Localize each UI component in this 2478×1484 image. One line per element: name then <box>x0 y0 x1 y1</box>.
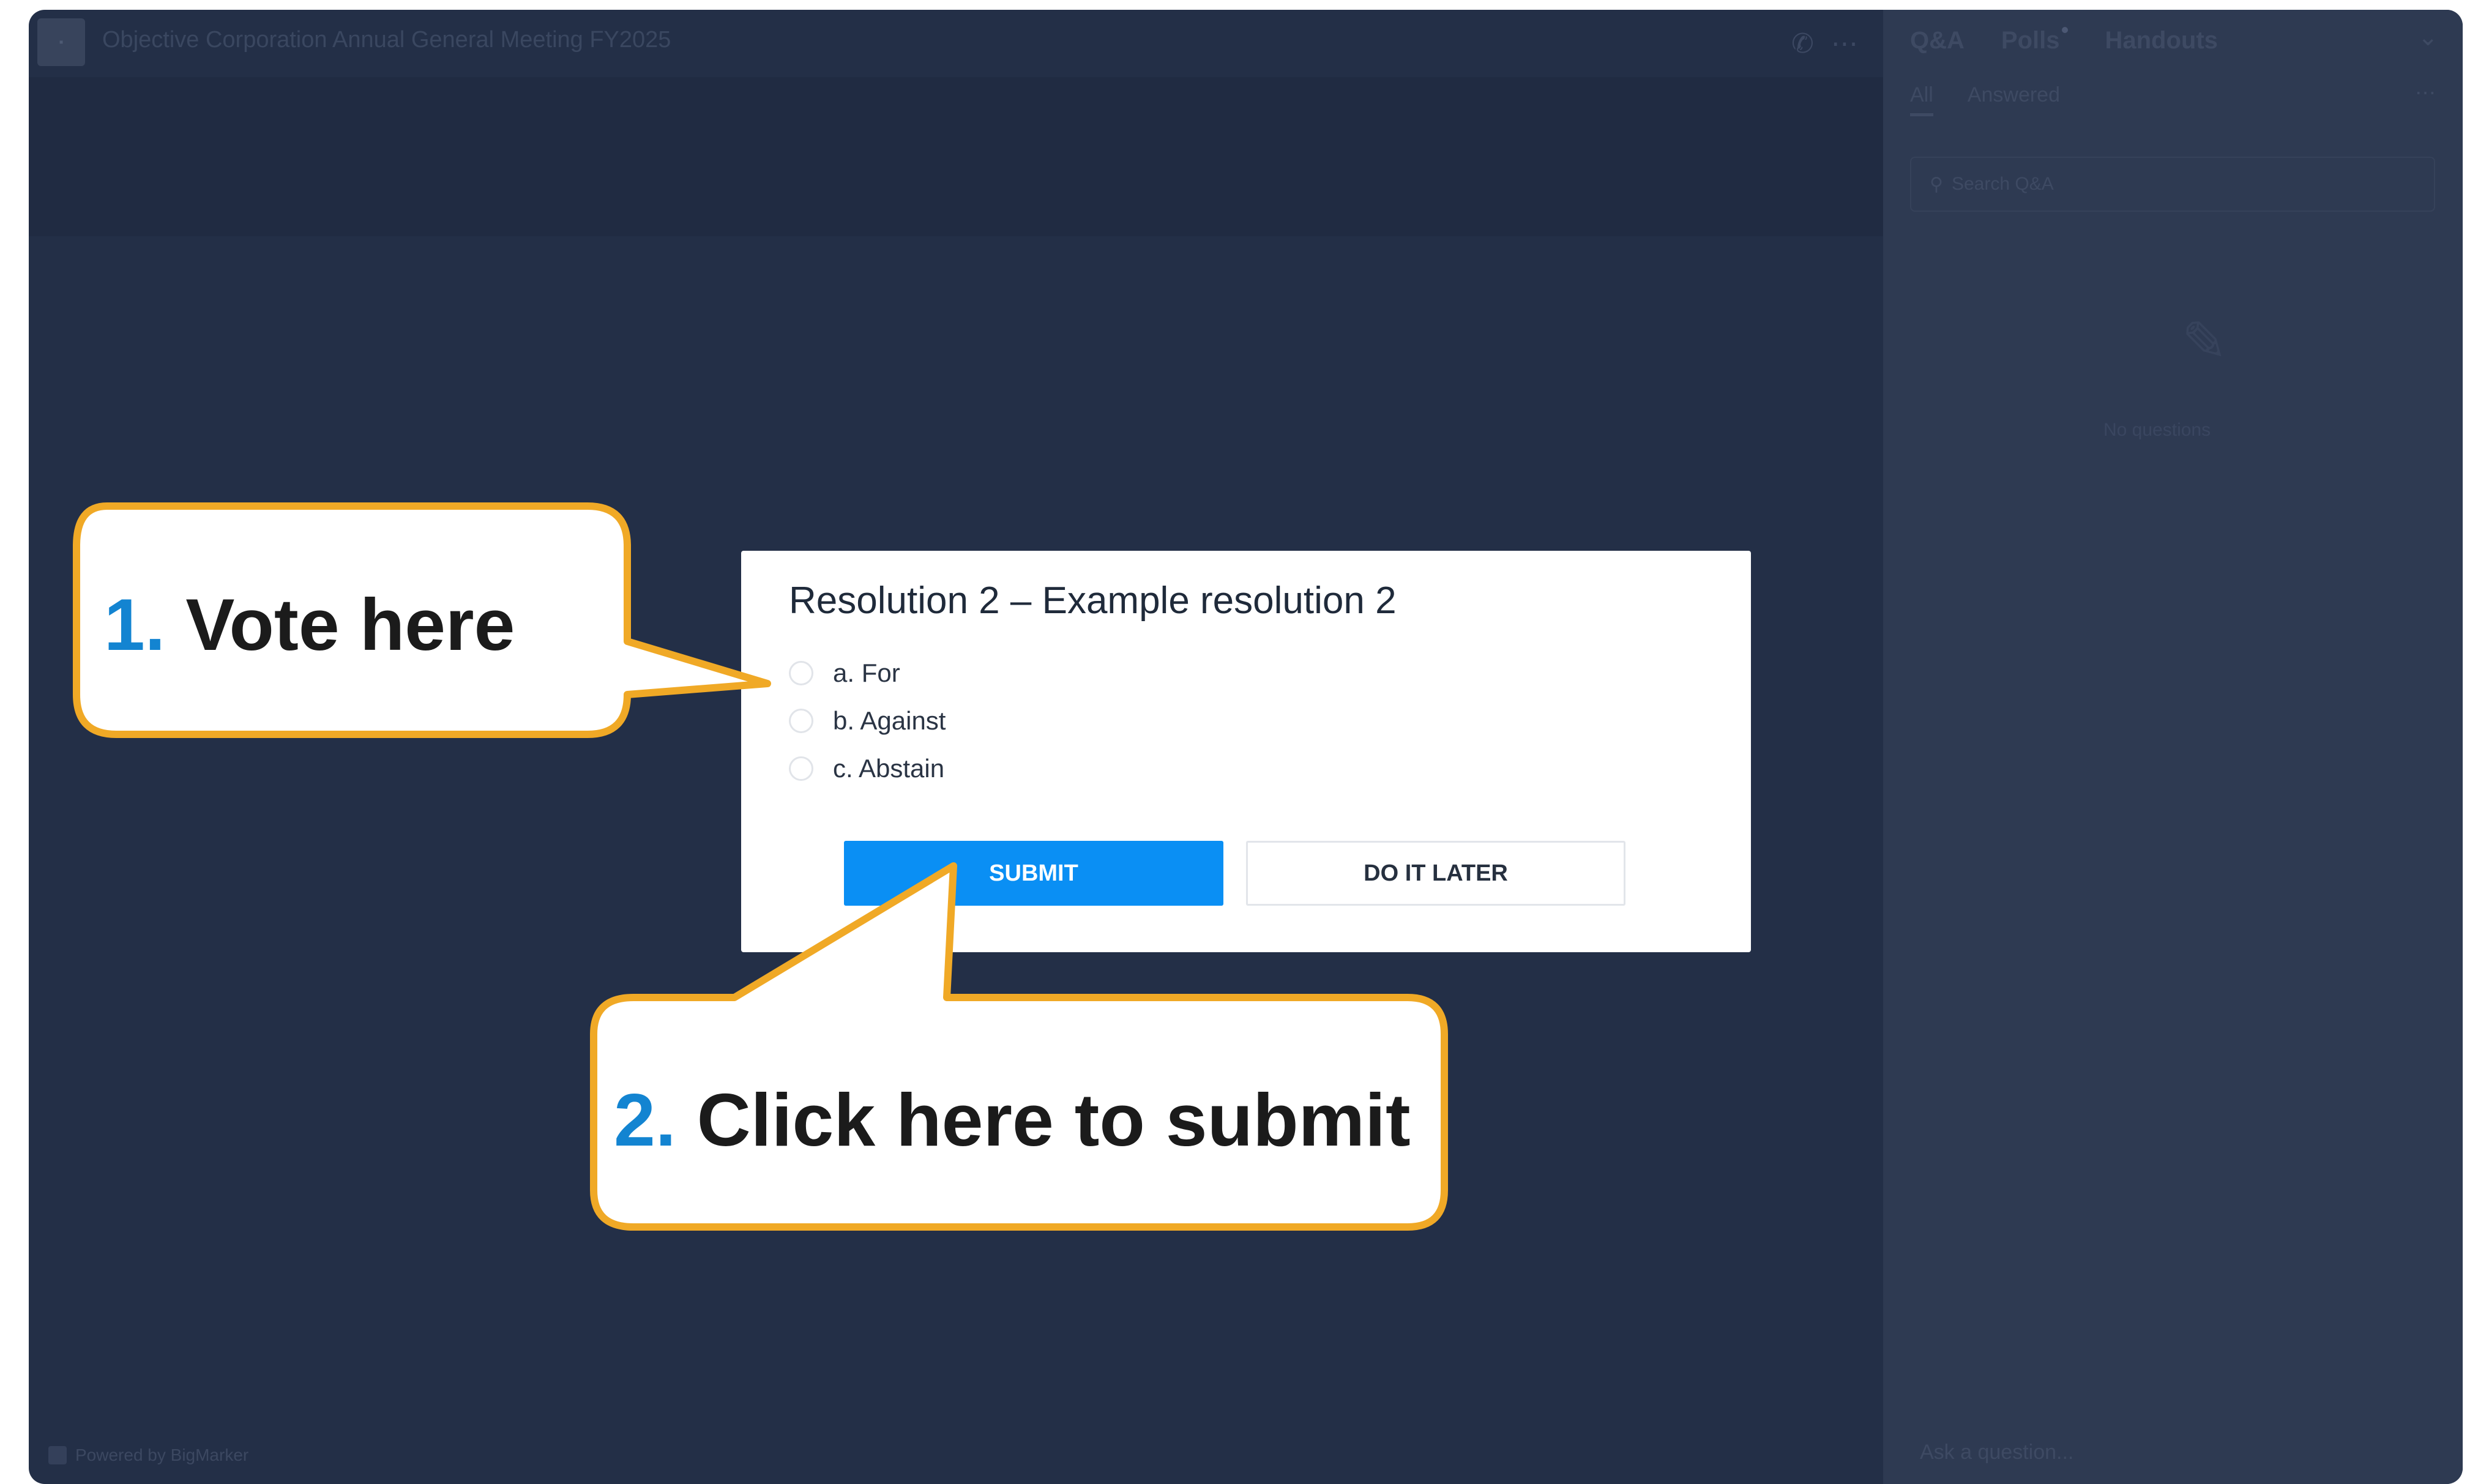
callout-overlay <box>73 502 1448 1231</box>
callout-submit-number: 2. <box>614 1078 676 1161</box>
callout-submit-bubble <box>590 862 1448 1231</box>
callout-vote-label: Vote here <box>185 584 515 666</box>
callout-vote-number: 1. <box>104 584 166 666</box>
callout-vote-text: 1. Vote here <box>104 583 515 667</box>
callout-submit-text: 2. Click here to submit <box>614 1077 1411 1163</box>
callout-submit-label: Click here to submit <box>696 1078 1411 1161</box>
